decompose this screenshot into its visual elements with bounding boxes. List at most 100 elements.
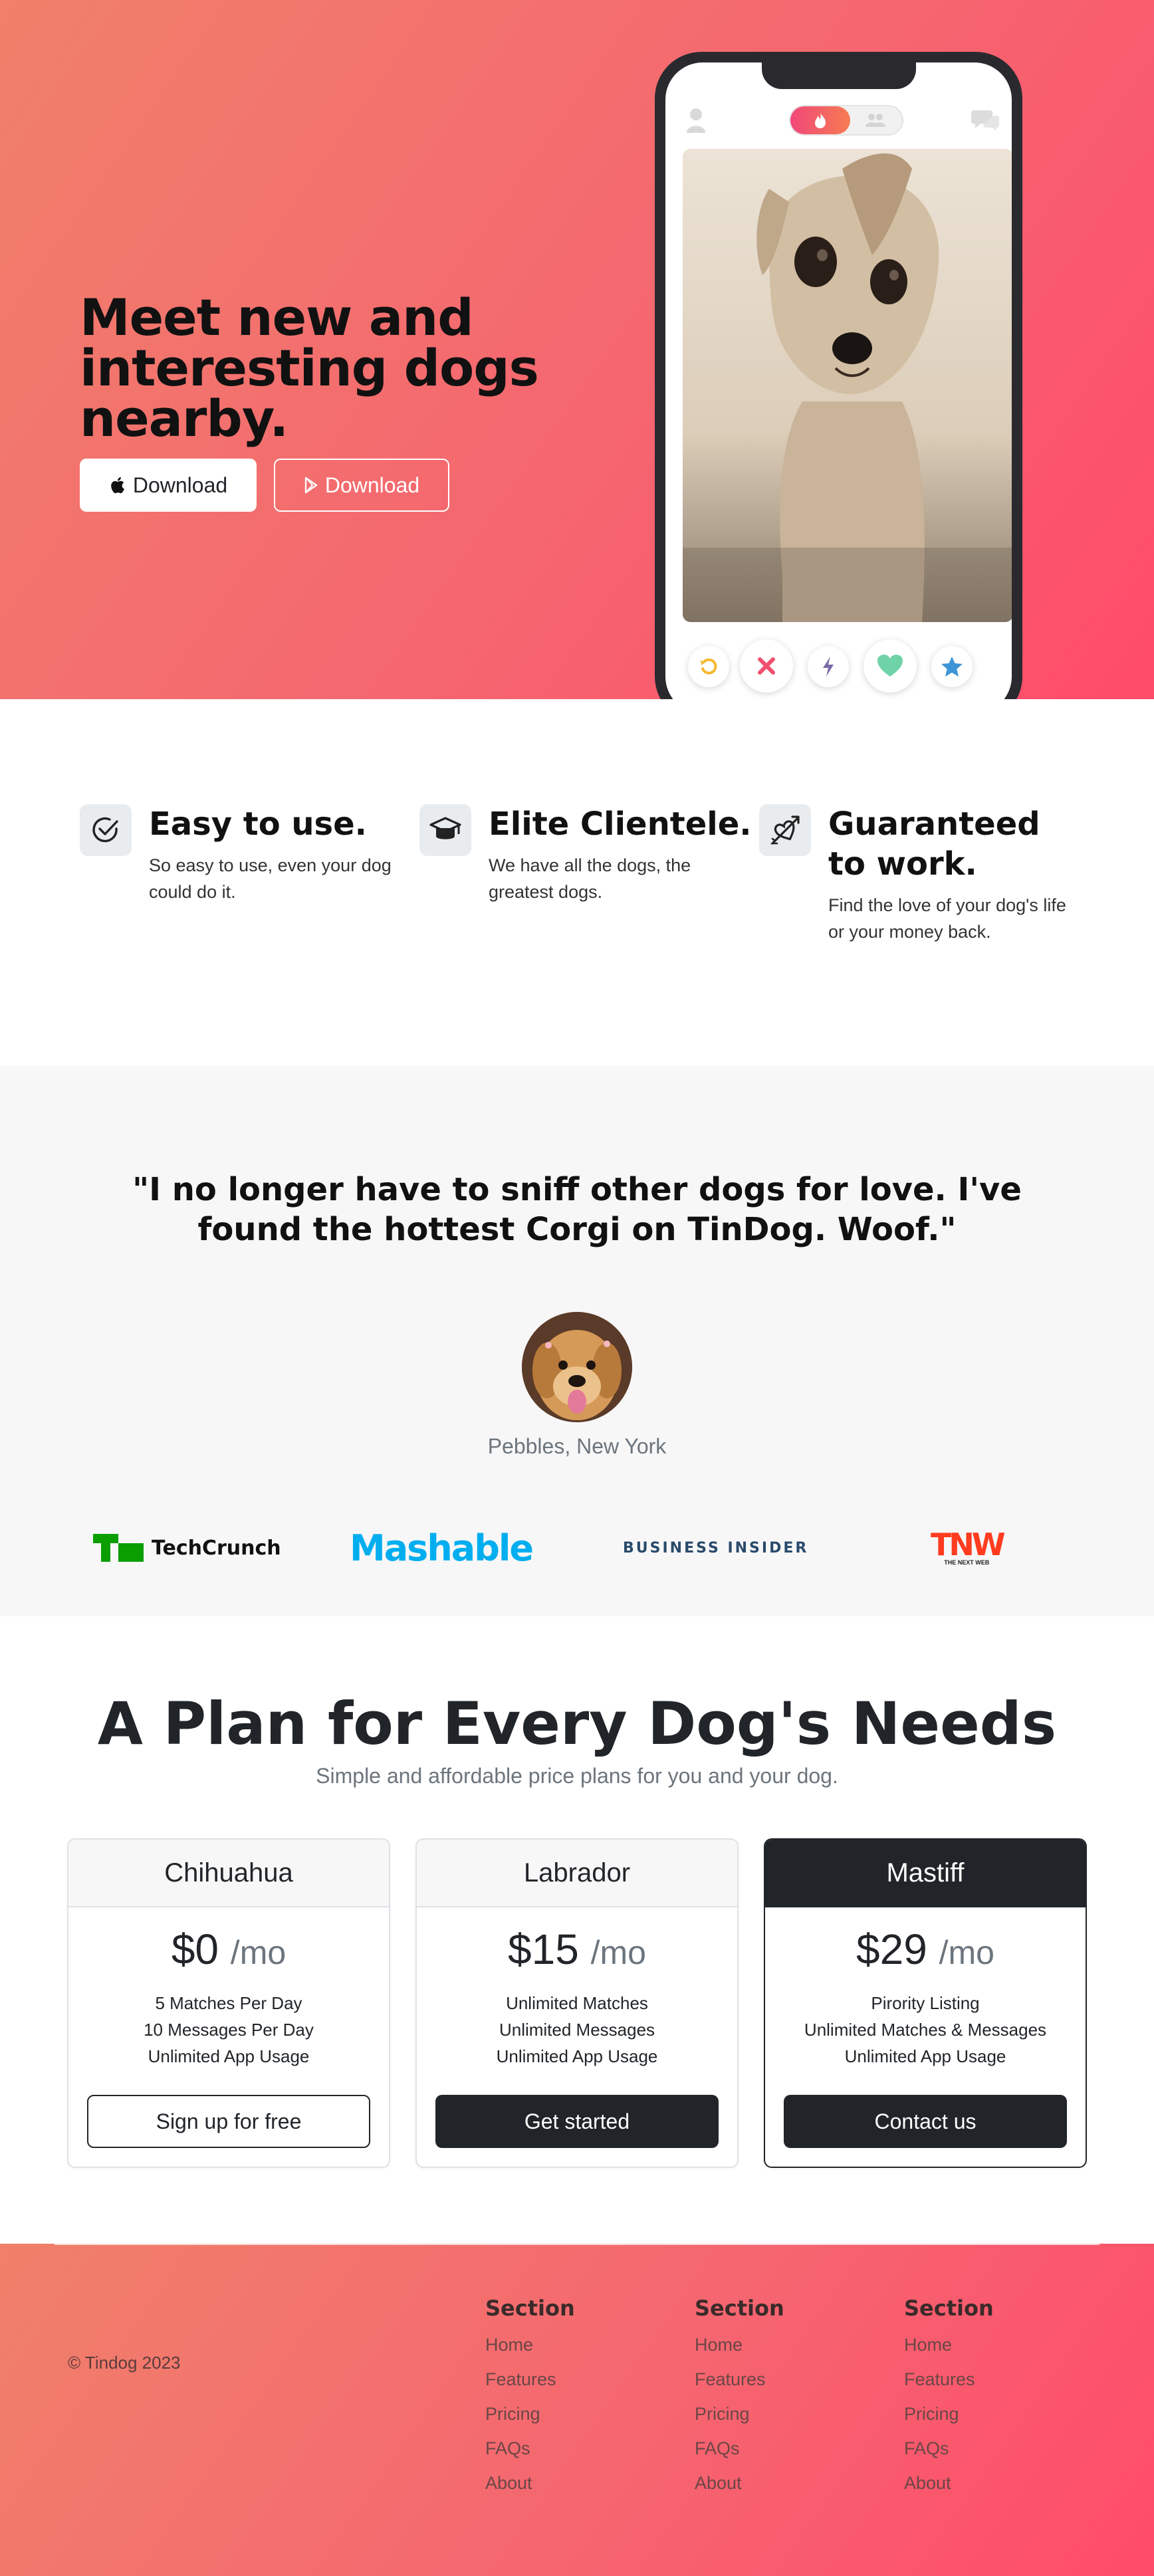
footer-link-faqs[interactable]: FAQs (904, 2431, 994, 2466)
footer-link-home[interactable]: Home (485, 2327, 575, 2362)
pricing-section: A Plan for Every Dog's Needs Simple and … (0, 1616, 1154, 2244)
plan-feature: 10 Messages Per Day (144, 2020, 314, 2040)
plan-feature: Unlimited App Usage (496, 2046, 658, 2066)
footer-link-faqs[interactable]: FAQs (485, 2431, 575, 2466)
google-play-icon (304, 477, 318, 494)
footer-column-title: Section (485, 2296, 575, 2321)
plan-name: Chihuahua (68, 1840, 389, 1907)
mode-toggle[interactable] (789, 105, 903, 136)
flame-toggle-active[interactable] (790, 106, 850, 134)
boost-button[interactable] (808, 646, 849, 687)
plan-feature: Unlimited App Usage (844, 2046, 1006, 2066)
feature-title: Easy to use. (149, 805, 367, 843)
footer-link-about[interactable]: About (904, 2466, 994, 2500)
footer-link-features[interactable]: Features (904, 2362, 994, 2397)
plan-card-mastiff: Mastiff $29 /mo Pirority Listing Unlimit… (764, 1838, 1087, 2168)
footer-link-about[interactable]: About (695, 2466, 784, 2500)
plan-card-chihuahua: Chihuahua $0 /mo 5 Matches Per Day 10 Me… (67, 1838, 390, 2168)
plan-features: 5 Matches Per Day 10 Messages Per Day Un… (68, 1990, 389, 2070)
heart-icon (877, 655, 903, 677)
hero-section: Meet new and interesting dogs nearby. Do… (0, 0, 1154, 699)
flame-icon (815, 112, 826, 128)
price-period: /mo (939, 1934, 994, 1971)
footer-link-features[interactable]: Features (485, 2362, 575, 2397)
user-icon (687, 108, 705, 133)
plan-feature: Unlimited Matches & Messages (804, 2020, 1047, 2040)
google-play-download-label: Download (324, 473, 420, 497)
footer-divider (55, 2244, 1099, 2245)
plan-card-labrador: Labrador $15 /mo Unlimited Matches Unlim… (415, 1838, 739, 2168)
close-icon (758, 657, 775, 675)
techcrunch-wordmark: TechCrunch (152, 1536, 281, 1560)
footer: © Tindog 2023 Section Home Features Pric… (0, 2244, 1154, 2576)
pricing-subtitle: Simple and affordable price plans for yo… (316, 1764, 838, 1788)
get-started-button[interactable]: Get started (435, 2095, 719, 2148)
footer-column-title: Section (695, 2296, 784, 2321)
lightning-icon (823, 657, 834, 677)
graduation-cap-icon (419, 804, 471, 856)
feature-text: So easy to use, even your dog could do i… (149, 855, 392, 902)
footer-link-about[interactable]: About (485, 2466, 575, 2500)
sign-up-button[interactable]: Sign up for free (87, 2095, 370, 2148)
mashable-logo: Mashable (350, 1526, 534, 1570)
chat-icon (971, 110, 999, 131)
golden-retriever-image (522, 1312, 632, 1422)
footer-link-home[interactable]: Home (695, 2327, 784, 2362)
footer-column: Section Home Features Pricing FAQs About (485, 2294, 575, 2500)
plan-feature: Unlimited App Usage (148, 2046, 310, 2066)
features-section: Easy to use. So easy to use, even your d… (0, 699, 1154, 1066)
plan-feature: Unlimited Messages (499, 2020, 655, 2040)
hero-title: Meet new and interesting dogs nearby. (80, 288, 539, 448)
techcrunch-logo: TechCrunch (93, 1526, 281, 1570)
footer-link-pricing[interactable]: Pricing (485, 2397, 575, 2431)
mashable-wordmark: Mashable (350, 1527, 534, 1569)
feature-text: We have all the dogs, the greatest dogs. (489, 855, 691, 902)
plan-price: $0 /mo (68, 1919, 389, 1983)
google-play-download-button[interactable]: Download (274, 459, 449, 512)
footer-link-home[interactable]: Home (904, 2327, 994, 2362)
feature-title: Guaranteed to work. (828, 805, 1040, 883)
testimonial-section: "I no longer have to sniff other dogs fo… (0, 1066, 1154, 1616)
footer-link-pricing[interactable]: Pricing (904, 2397, 994, 2431)
plan-feature: 5 Matches Per Day (155, 1993, 302, 2013)
apple-download-button[interactable]: Download (80, 459, 257, 512)
apple-icon (111, 477, 124, 494)
plan-features: Pirority Listing Unlimited Matches & Mes… (765, 1990, 1086, 2070)
rewind-button[interactable] (688, 646, 729, 687)
group-icon (866, 114, 885, 127)
tnw-subtitle: THE NEXT WEB (944, 1559, 990, 1566)
footer-link-pricing[interactable]: Pricing (695, 2397, 784, 2431)
footer-link-faqs[interactable]: FAQs (695, 2431, 784, 2466)
price-amount: $0 (171, 1925, 219, 1973)
contact-us-button[interactable]: Contact us (784, 2095, 1067, 2148)
testimonial-author: Pebbles, New York (487, 1434, 667, 1458)
footer-link-features[interactable]: Features (695, 2362, 784, 2397)
plan-name: Mastiff (765, 1840, 1086, 1907)
feature-text: Find the love of your dog's life or your… (828, 895, 1066, 942)
star-icon (941, 657, 963, 677)
feature-title: Elite Clientele. (489, 805, 752, 843)
like-button[interactable] (864, 639, 917, 693)
phone-notch (762, 62, 916, 89)
price-amount: $29 (856, 1925, 927, 1973)
swipe-action-bar (665, 639, 1012, 693)
business-insider-wordmark: BUSINESS INSIDER (623, 1539, 809, 1556)
plan-feature: Pirority Listing (871, 1993, 980, 2013)
nope-button[interactable] (740, 639, 793, 693)
rewind-icon (701, 658, 717, 675)
plan-features: Unlimited Matches Unlimited Messages Unl… (417, 1990, 737, 2070)
copyright: © Tindog 2023 (68, 2353, 181, 2373)
footer-column: Section Home Features Pricing FAQs About (904, 2294, 994, 2500)
techcrunch-mark-icon (93, 1534, 144, 1562)
dog-profile-photo[interactable] (683, 149, 1012, 622)
check-circle-icon (80, 804, 132, 856)
footer-column: Section Home Features Pricing FAQs About (695, 2294, 784, 2500)
price-period: /mo (590, 1934, 646, 1971)
apple-download-label: Download (132, 473, 228, 497)
phone-mockup (655, 52, 1022, 699)
business-insider-logo: BUSINESS INSIDER (623, 1526, 808, 1570)
pricing-title: A Plan for Every Dog's Needs (97, 1689, 1057, 1758)
plan-feature: Unlimited Matches (506, 1993, 648, 2013)
testimonial-quote: "I no longer have to sniff other dogs fo… (132, 1171, 1022, 1248)
super-like-button[interactable] (931, 646, 973, 687)
